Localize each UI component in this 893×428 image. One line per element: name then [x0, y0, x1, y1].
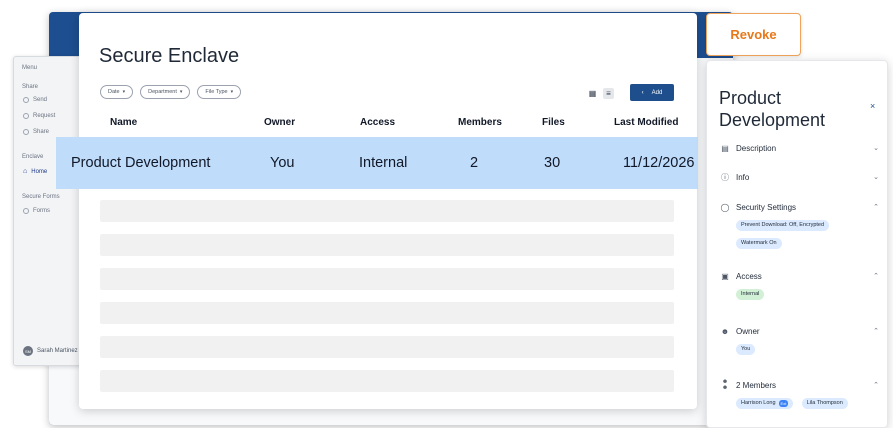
section-info[interactable]: ⓘ Info ⌄ [719, 171, 879, 183]
cell-last-modified: 11/12/2026 [623, 155, 695, 171]
panel-title: Product Development [719, 88, 826, 130]
sidebar-item-share[interactable]: Share [23, 129, 49, 135]
chevron-up-icon: ⌃ [873, 328, 879, 335]
filter-department[interactable]: Department ▾ [140, 85, 191, 99]
circle-icon [23, 208, 29, 214]
chevron-down-icon: ⌄ [873, 145, 879, 152]
people-icon: ☻☻ [721, 379, 729, 391]
column-header-files[interactable]: Files [542, 117, 565, 128]
security-chip: Prevent Download: Off, Encrypted [736, 219, 830, 231]
sidebar-item-label: Share [33, 129, 50, 135]
section-label: Owner [736, 326, 760, 336]
table-row-placeholder [100, 268, 674, 290]
sidebar-enclave-label: Enclave [22, 154, 44, 160]
lock-icon: ▣ [721, 271, 729, 281]
sidebar-share-label: Share [22, 84, 39, 90]
member-name: Harrison Long [741, 400, 776, 406]
table-row-placeholder [100, 370, 674, 392]
chevron-up-icon: ⌃ [873, 382, 879, 389]
filter-file-type[interactable]: File Type ▾ [197, 85, 242, 99]
section-label: Description [736, 143, 777, 153]
details-panel: Product Development × ▤ Description ⌄ ⓘ … [706, 60, 888, 428]
filter-label: File Type [205, 89, 228, 95]
chevron-left-icon: ‹ [641, 89, 644, 96]
description-icon: ▤ [721, 143, 729, 153]
sidebar-item-label: Forms [33, 208, 50, 214]
revoke-button[interactable]: Revoke [706, 13, 801, 56]
person-icon: ☻ [720, 326, 730, 336]
filter-date[interactable]: Date ▾ [100, 85, 134, 99]
table-row-placeholder [100, 200, 674, 222]
cell-access: Internal [359, 155, 408, 171]
section-owner[interactable]: ☻ Owner ⌃ You [719, 325, 879, 355]
add-button[interactable]: ‹ Add [630, 84, 674, 101]
column-header-owner[interactable]: Owner [264, 117, 295, 128]
member-chip: Lila Thompson [801, 397, 848, 409]
column-header-name[interactable]: Name [110, 117, 137, 128]
shield-icon: ◯ [720, 202, 730, 212]
section-security-settings[interactable]: ◯ Security Settings ⌃ Prevent Download: … [719, 201, 879, 249]
security-chip: Watermark On [736, 237, 782, 249]
caret-down-icon: ▾ [230, 89, 234, 95]
chevron-down-icon: ⌄ [873, 174, 879, 181]
sidebar-item-label: Home [31, 168, 48, 175]
section-label: 2 Members [736, 380, 777, 390]
sidebar-item-label: Send [33, 97, 48, 103]
table-row-selected[interactable]: Product Development You Internal 2 30 11… [56, 137, 698, 189]
section-label: Access [736, 271, 762, 281]
caret-down-icon: ▾ [179, 89, 183, 95]
chevron-up-icon: ⌃ [873, 273, 879, 280]
member-chip: Harrison Long Ext [736, 397, 794, 409]
list-view-icon[interactable]: ≡ [603, 88, 614, 99]
sidebar-item-home[interactable]: ⌂ Home [23, 168, 47, 175]
table-row-placeholder [100, 302, 674, 324]
section-label: Security Settings [736, 202, 797, 212]
user-profile[interactable]: SM Sarah Martinez [23, 346, 78, 356]
home-icon: ⌂ [23, 168, 28, 175]
access-chip: Internal [736, 288, 765, 300]
sidebar-secure-forms-label: Secure Forms [22, 194, 60, 200]
column-header-members[interactable]: Members [458, 117, 502, 128]
caret-down-icon: ▾ [122, 89, 126, 95]
sidebar-item-forms[interactable]: Forms [23, 208, 50, 214]
column-header-last-modified[interactable]: Last Modified [614, 117, 678, 128]
section-label: Info [736, 172, 750, 182]
circle-icon [23, 113, 29, 119]
grid-view-icon[interactable]: ▦ [587, 88, 598, 99]
add-button-label: Add [651, 89, 663, 96]
table-header: Name Owner Access Members Files Last Mod… [79, 117, 697, 131]
info-icon: ⓘ [721, 172, 729, 182]
chevron-up-icon: ⌃ [873, 204, 879, 211]
avatar: SM [23, 346, 33, 356]
filter-bar: Date ▾ Department ▾ File Type ▾ [100, 85, 242, 99]
view-toggle: ▦ ≡ [587, 88, 614, 99]
main-card: Secure Enclave Date ▾ Department ▾ File … [79, 13, 697, 409]
member-name: Lila Thompson [806, 400, 843, 406]
sidebar-menu-label: Menu [22, 65, 38, 71]
external-tag: Ext [778, 399, 789, 407]
section-access[interactable]: ▣ Access ⌃ Internal [719, 270, 879, 300]
cell-members: 2 [470, 155, 479, 171]
table-row-placeholder [100, 234, 674, 256]
sidebar: Menu Share Send Request Share Enclave ⌂ … [13, 56, 85, 366]
table-row-placeholder [100, 336, 674, 358]
cell-files: 30 [544, 155, 561, 171]
user-name: Sarah Martinez [37, 348, 78, 354]
cell-name: Product Development [71, 155, 211, 171]
filter-label: Department [148, 89, 177, 95]
filter-label: Date [108, 89, 120, 95]
circle-icon [23, 97, 29, 103]
section-members[interactable]: ☻☻ 2 Members ⌃ Harrison Long Ext Lila Th… [719, 379, 879, 409]
sidebar-item-label: Request [33, 113, 56, 119]
sidebar-item-request[interactable]: Request [23, 113, 55, 119]
column-header-access[interactable]: Access [360, 117, 395, 128]
close-icon[interactable]: × [870, 101, 875, 111]
owner-chip: You [736, 343, 756, 355]
section-description[interactable]: ▤ Description ⌄ [719, 142, 879, 154]
cell-owner: You [270, 155, 295, 171]
sidebar-item-send[interactable]: Send [23, 97, 47, 103]
circle-icon [23, 129, 29, 135]
page-title: Secure Enclave [99, 45, 240, 67]
